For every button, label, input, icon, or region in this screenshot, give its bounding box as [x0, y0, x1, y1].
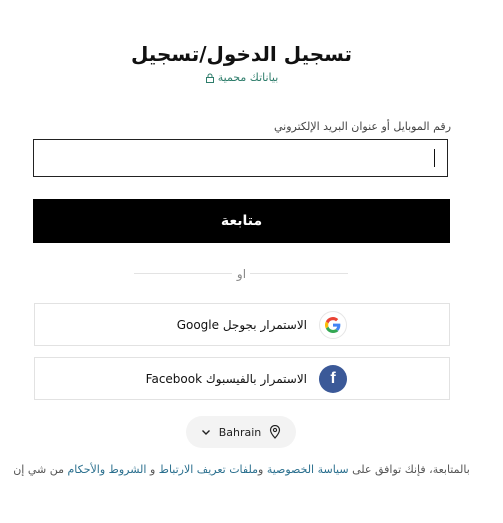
terms-prefix: بالمتابعة، فإنك توافق على	[348, 463, 470, 476]
country-name: Bahrain	[218, 425, 262, 439]
chevron-down-icon	[201, 430, 210, 435]
facebook-signin-label: الاستمرار بالفيسبوك Facebook	[145, 371, 307, 386]
lock-icon	[205, 73, 214, 83]
terms-and-2: و	[146, 463, 159, 476]
text-caret	[434, 149, 435, 167]
identifier-input[interactable]	[33, 139, 448, 177]
continue-button[interactable]: متابعة	[33, 199, 450, 243]
terms-suffix: من شي إن	[13, 463, 68, 476]
terms-notice: بالمتابعة، فإنك توافق على سياسة الخصوصية…	[0, 463, 483, 476]
google-icon	[319, 310, 347, 339]
secure-note-label: بياناتك محمية	[217, 71, 279, 84]
or-separator: او	[236, 267, 247, 281]
cookies-link[interactable]: ملفات تعريف الارتباط	[159, 463, 258, 476]
location-pin-icon	[270, 425, 281, 439]
divider-line-right	[250, 273, 348, 274]
terms-and: و	[258, 463, 267, 476]
facebook-icon: f	[319, 364, 347, 393]
terms-conditions-link[interactable]: الشروط والأحكام	[68, 463, 147, 476]
secure-note: بياناتك محمية	[0, 71, 483, 84]
country-selector[interactable]: Bahrain	[186, 416, 296, 448]
google-signin-button[interactable]: الاستمرار بجوجل Google	[34, 303, 450, 346]
privacy-policy-link[interactable]: سياسة الخصوصية	[267, 463, 349, 476]
facebook-signin-button[interactable]: الاستمرار بالفيسبوك Facebook f	[34, 357, 450, 400]
page-title: تسجيل الدخول/تسجيل	[130, 42, 353, 66]
google-signin-label: الاستمرار بجوجل Google	[176, 317, 307, 332]
identifier-field-label: رقم الموبايل أو عنوان البريد الإلكتروني	[273, 120, 451, 133]
